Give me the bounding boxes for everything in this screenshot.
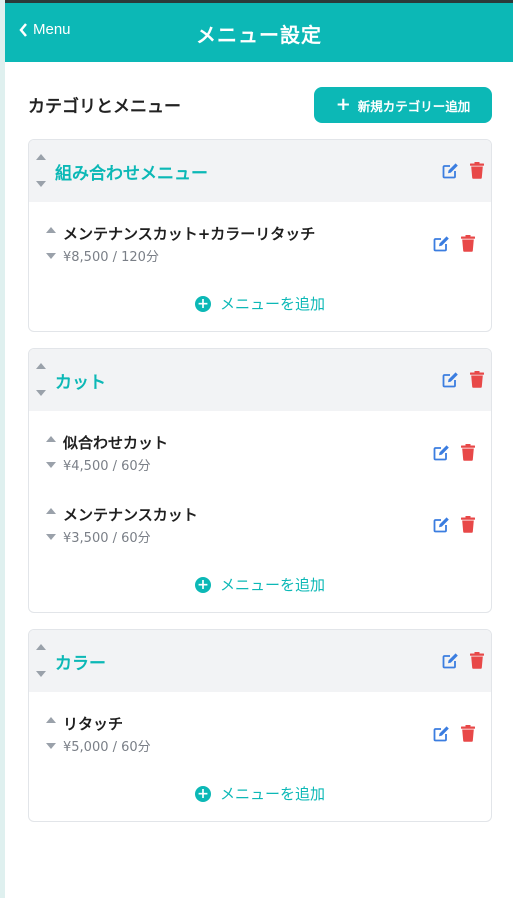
edit-icon [433, 445, 449, 461]
move-down-icon[interactable] [36, 671, 46, 677]
delete-category-button[interactable] [470, 652, 484, 673]
menu-item: メンテナンスカット+カラーリタッチ ¥8,500 / 120分 [29, 202, 491, 265]
move-down-icon[interactable] [36, 181, 46, 187]
plus-circle-icon: + [194, 295, 211, 312]
menu-item: メンテナンスカット ¥3,500 / 60分 [29, 483, 491, 546]
trash-icon [470, 371, 484, 388]
edit-icon [442, 372, 458, 388]
move-up-icon[interactable] [36, 644, 46, 650]
menu-item-name: 似合わせカット [63, 434, 169, 452]
add-menu-label: メニューを追加 [219, 295, 325, 313]
edit-icon [433, 236, 449, 252]
move-up-icon[interactable] [46, 717, 56, 723]
move-up-icon[interactable] [46, 508, 56, 514]
add-menu-button[interactable]: + メニューを追加 [29, 783, 491, 804]
plus-circle-icon: + [194, 785, 211, 802]
trash-icon [470, 162, 484, 179]
menu-item: リタッチ ¥5,000 / 60分 [29, 692, 491, 755]
move-down-icon[interactable] [46, 743, 56, 749]
add-menu-button[interactable]: + メニューを追加 [29, 574, 491, 595]
trash-icon [461, 516, 475, 533]
add-category-button[interactable]: + 新規カテゴリー追加 [314, 87, 492, 123]
edit-category-button[interactable] [442, 371, 459, 392]
plus-circle-icon: + [194, 576, 211, 593]
delete-item-button[interactable] [461, 516, 475, 537]
category-name: カラー [55, 654, 106, 674]
edit-item-button[interactable] [433, 444, 450, 465]
trash-icon [461, 235, 475, 252]
category-header: カラー [29, 630, 491, 692]
add-category-label: 新規カテゴリー追加 [357, 98, 471, 114]
edit-item-button[interactable] [433, 725, 450, 746]
delete-category-button[interactable] [470, 162, 484, 183]
edit-item-button[interactable] [433, 516, 450, 537]
menu-item-price: ¥4,500 / 60分 [63, 459, 151, 474]
edit-icon [442, 653, 458, 669]
trash-icon [461, 725, 475, 742]
edit-icon [433, 517, 449, 533]
category-name: カット [55, 373, 106, 393]
delete-item-button[interactable] [461, 235, 475, 256]
app-header: Menu メニュー設定 [5, 3, 513, 62]
move-down-icon[interactable] [36, 390, 46, 396]
move-up-icon[interactable] [46, 436, 56, 442]
delete-category-button[interactable] [470, 371, 484, 392]
app-frame: Menu メニュー設定 カテゴリとメニュー + 新規カテゴリー追加 組み合わせメ… [5, 0, 513, 898]
add-menu-button[interactable]: + メニューを追加 [29, 293, 491, 314]
trash-icon [461, 444, 475, 461]
plus-icon: + [335, 94, 351, 115]
section-title: カテゴリとメニュー [28, 97, 181, 117]
move-down-icon[interactable] [46, 534, 56, 540]
category-card-color: カラー リタッチ ¥5,000 / 60分 + メニューを追加 [28, 629, 492, 822]
category-card-cut: カット 似合わせカット ¥4,500 / 60分 メンテナンスカット ¥3,50… [28, 348, 492, 613]
edit-icon [433, 726, 449, 742]
move-up-icon[interactable] [36, 363, 46, 369]
add-menu-label: メニューを追加 [219, 576, 325, 594]
page-title: メニュー設定 [196, 23, 322, 47]
edit-item-button[interactable] [433, 235, 450, 256]
move-up-icon[interactable] [46, 227, 56, 233]
category-header: 組み合わせメニュー [29, 140, 491, 202]
menu-item-price: ¥8,500 / 120分 [63, 250, 159, 265]
add-menu-label: メニューを追加 [219, 785, 325, 803]
move-down-icon[interactable] [46, 462, 56, 468]
delete-item-button[interactable] [461, 444, 475, 465]
move-up-icon[interactable] [36, 154, 46, 160]
move-down-icon[interactable] [46, 253, 56, 259]
menu-item-name: メンテナンスカット [63, 506, 198, 524]
category-header: カット [29, 349, 491, 411]
menu-item-price: ¥3,500 / 60分 [63, 531, 151, 546]
menu-item-name: メンテナンスカット+カラーリタッチ [63, 225, 316, 243]
menu-item: 似合わせカット ¥4,500 / 60分 [29, 411, 491, 474]
edit-category-button[interactable] [442, 652, 459, 673]
trash-icon [470, 652, 484, 669]
category-name: 組み合わせメニュー [55, 164, 208, 184]
delete-item-button[interactable] [461, 725, 475, 746]
menu-item-name: リタッチ [63, 715, 124, 733]
edit-icon [442, 163, 458, 179]
edit-category-button[interactable] [442, 162, 459, 183]
menu-item-price: ¥5,000 / 60分 [63, 740, 151, 755]
category-card-combo: 組み合わせメニュー メンテナンスカット+カラーリタッチ ¥8,500 / 120… [28, 139, 492, 332]
